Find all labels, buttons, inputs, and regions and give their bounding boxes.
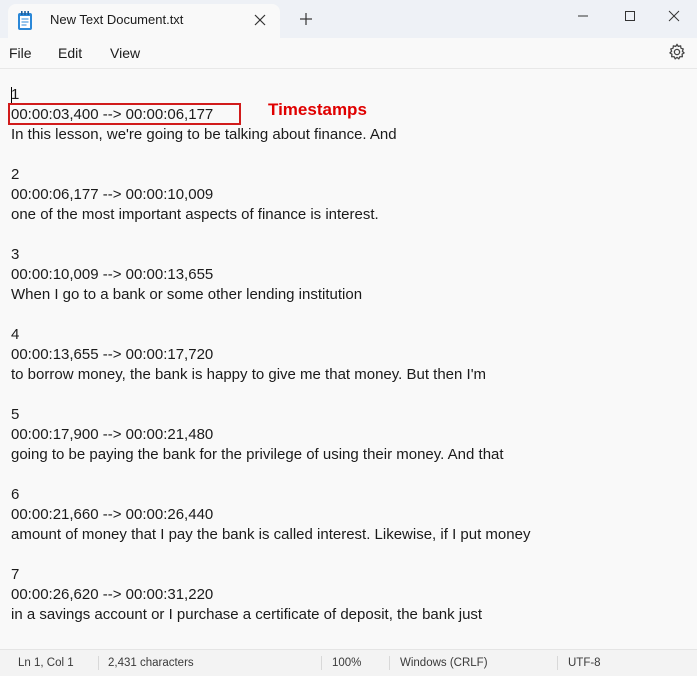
document-tab[interactable]: New Text Document.txt <box>8 4 280 38</box>
title-bar: New Text Document.txt <box>0 0 697 38</box>
text-line: 5 <box>11 406 20 423</box>
text-line: 00:00:13,655 --> 00:00:17,720 <box>11 346 214 363</box>
timestamps-annotation-label: Timestamps <box>268 100 367 119</box>
text-line: 7 <box>11 566 20 583</box>
close-window-icon <box>668 10 680 22</box>
text-line: 00:00:06,177 --> 00:00:10,009 <box>11 186 214 203</box>
text-editor[interactable]: 1 00:00:03,400 --> 00:00:06,177 In this le… <box>0 69 690 647</box>
text-line: going to be paying the bank for the priv… <box>11 446 504 463</box>
status-line-ending[interactable]: Windows (CRLF) <box>400 657 488 669</box>
minimize-button[interactable] <box>560 0 606 32</box>
text-line: in a savings account or I purchase a cer… <box>11 606 483 623</box>
text-line: When I go to a bank or some other lendin… <box>11 286 363 303</box>
close-tab-icon[interactable] <box>253 13 267 27</box>
close-window-button[interactable] <box>651 0 697 32</box>
text-line: 00:00:17,900 --> 00:00:21,480 <box>11 426 214 443</box>
menu-view[interactable]: View <box>110 43 140 63</box>
text-line: 00:00:21,660 --> 00:00:26,440 <box>11 506 214 523</box>
text-line <box>11 145 530 165</box>
text-line: 00:00:26,620 --> 00:00:31,220 <box>11 586 214 603</box>
text-line: 4 <box>11 326 20 343</box>
text-line <box>11 305 530 325</box>
menu-file[interactable]: File <box>9 43 32 63</box>
status-encoding[interactable]: UTF-8 <box>568 657 601 669</box>
status-bar: Ln 1, Col 1 2,431 characters 100% Window… <box>0 649 697 676</box>
status-separator <box>557 656 558 670</box>
text-line <box>11 545 530 565</box>
tab-title: New Text Document.txt <box>50 12 184 27</box>
new-tab-icon[interactable] <box>298 11 314 27</box>
text-line <box>11 225 530 245</box>
status-character-count: 2,431 characters <box>108 657 194 669</box>
status-cursor-position[interactable]: Ln 1, Col 1 <box>18 657 74 669</box>
text-line: 2 <box>11 166 20 183</box>
text-line: 00:00:10,009 --> 00:00:13,655 <box>11 266 214 283</box>
text-line: 6 <box>11 486 20 503</box>
menu-edit[interactable]: Edit <box>58 43 82 63</box>
settings-gear-icon[interactable] <box>668 43 686 61</box>
timestamp-highlight-box <box>8 103 241 125</box>
status-separator <box>98 656 99 670</box>
text-line: to borrow money, the bank is happy to gi… <box>11 366 487 383</box>
menu-bar: File Edit View <box>0 38 697 69</box>
text-line <box>11 465 530 485</box>
status-separator <box>389 656 390 670</box>
text-line: 3 <box>11 246 20 263</box>
status-separator <box>321 656 322 670</box>
text-line: one of the most important aspects of fin… <box>11 206 379 223</box>
minimize-icon <box>578 15 588 17</box>
notepad-icon <box>18 11 32 30</box>
status-zoom[interactable]: 100% <box>332 657 361 669</box>
maximize-icon <box>625 11 635 21</box>
text-line <box>11 385 530 405</box>
maximize-button[interactable] <box>607 0 653 32</box>
text-line: In this lesson, we're going to be talkin… <box>11 126 397 143</box>
text-line: amount of money that I pay the bank is c… <box>11 526 531 543</box>
document-lines: 1 00:00:03,400 --> 00:00:06,177 In this le… <box>11 85 530 625</box>
